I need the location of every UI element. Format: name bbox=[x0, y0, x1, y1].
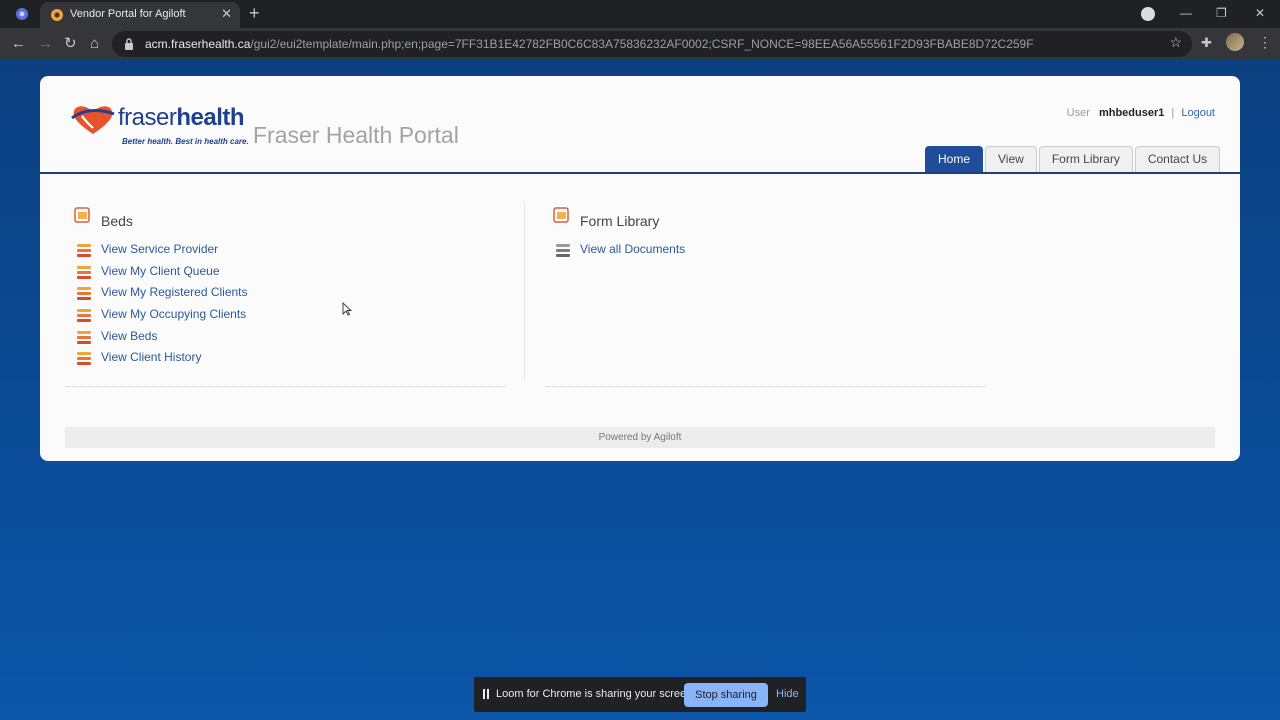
chrome-menu-icon[interactable] bbox=[14, 6, 30, 22]
window-close-button[interactable]: ✕ bbox=[1255, 5, 1265, 21]
stop-sharing-button[interactable]: Stop sharing bbox=[684, 683, 768, 707]
sharing-message: Loom for Chrome is sharing your screen. bbox=[496, 688, 696, 700]
lock-icon bbox=[125, 38, 133, 50]
tab-view[interactable]: View bbox=[985, 146, 1037, 172]
view-all-documents-link[interactable]: View all Documents bbox=[580, 242, 685, 256]
url-text: acm.fraserhealth.ca/gui2/eui2template/ma… bbox=[145, 37, 1034, 51]
view-my-registered-clients-link[interactable]: View My Registered Clients bbox=[101, 285, 248, 299]
mouse-cursor-icon bbox=[342, 302, 352, 316]
stack-icon bbox=[77, 287, 91, 301]
browser-toolbar: ← → ↻ ⌂ acm.fraserhealth.ca/gui2/eui2tem… bbox=[0, 28, 1280, 60]
url-path: /gui2/eui2template/main.php;en;page=7FF3… bbox=[250, 37, 1034, 51]
page-title: Fraser Health Portal bbox=[253, 122, 459, 148]
agiloft-favicon-icon bbox=[51, 9, 63, 21]
hide-button[interactable]: Hide bbox=[776, 688, 799, 700]
tab-close-icon[interactable]: ✕ bbox=[221, 6, 232, 22]
bookmark-star-icon[interactable]: ☆ bbox=[1169, 34, 1182, 51]
home-icon[interactable]: ⌂ bbox=[90, 35, 99, 53]
beds-divider bbox=[65, 386, 505, 387]
browser-tab-bar: Vendor Portal for Agiloft ✕ + — ❐ ✕ bbox=[0, 0, 1280, 28]
document-stack-icon bbox=[556, 244, 570, 257]
logout-link[interactable]: Logout bbox=[1181, 107, 1215, 119]
portal-card: fraserhealth Better health. Best in heal… bbox=[40, 76, 1240, 461]
fraser-health-logo[interactable]: fraserhealth Better health. Best in heal… bbox=[70, 100, 249, 150]
stack-icon bbox=[77, 352, 91, 366]
beds-section-title: Beds bbox=[101, 213, 133, 229]
reload-icon[interactable]: ↻ bbox=[64, 35, 77, 53]
header-divider bbox=[40, 172, 1240, 174]
view-service-provider-link[interactable]: View Service Provider bbox=[101, 242, 218, 256]
stack-icon bbox=[77, 244, 91, 257]
folder-icon bbox=[74, 207, 90, 223]
heart-logo-icon bbox=[71, 106, 115, 134]
profile-avatar[interactable] bbox=[1226, 33, 1244, 51]
user-separator: | bbox=[1171, 107, 1175, 119]
user-name: mhbeduser1 bbox=[1098, 107, 1165, 119]
user-area: User mhbeduser1 | Logout bbox=[1067, 107, 1215, 119]
logo-text-bold: health bbox=[176, 104, 245, 131]
logo-tagline: Better health. Best in health care. bbox=[122, 137, 249, 146]
main-nav-tabs: Home View Form Library Contact Us bbox=[925, 146, 1222, 172]
maximize-button[interactable]: ❐ bbox=[1216, 5, 1227, 21]
view-client-history-link[interactable]: View Client History bbox=[101, 350, 201, 364]
page-footer: Powered by Agiloft bbox=[65, 427, 1215, 448]
url-host: acm.fraserhealth.ca bbox=[145, 37, 251, 51]
browser-tab-active[interactable]: Vendor Portal for Agiloft ✕ bbox=[40, 2, 240, 28]
user-label: User bbox=[1066, 107, 1090, 119]
tab-title: Vendor Portal for Agiloft bbox=[70, 8, 186, 20]
column-divider bbox=[524, 202, 525, 380]
more-menu-icon[interactable]: ⋮ bbox=[1258, 34, 1272, 51]
stack-icon bbox=[77, 265, 91, 279]
pause-icon[interactable] bbox=[483, 689, 489, 699]
screen-sharing-bar: Loom for Chrome is sharing your screen. … bbox=[474, 677, 806, 712]
address-bar[interactable]: acm.fraserhealth.ca/gui2/eui2template/ma… bbox=[112, 31, 1192, 57]
new-tab-button[interactable]: + bbox=[249, 4, 260, 22]
back-arrow-icon[interactable]: ← bbox=[11, 35, 26, 53]
stack-icon bbox=[77, 330, 91, 344]
view-my-client-queue-link[interactable]: View My Client Queue bbox=[101, 264, 220, 278]
forward-arrow-icon[interactable]: → bbox=[38, 35, 53, 53]
form-library-divider bbox=[545, 386, 985, 387]
view-my-occupying-clients-link[interactable]: View My Occupying Clients bbox=[101, 307, 246, 321]
folder-icon bbox=[553, 207, 569, 223]
form-library-section-title: Form Library bbox=[580, 213, 660, 229]
minimize-button[interactable]: — bbox=[1180, 5, 1192, 21]
tab-home[interactable]: Home bbox=[925, 146, 984, 172]
extensions-icon[interactable]: ✚ bbox=[1201, 35, 1212, 51]
tab-search-icon[interactable] bbox=[1141, 7, 1155, 21]
tab-form-library[interactable]: Form Library bbox=[1038, 146, 1133, 172]
logo-text-light: fraser bbox=[118, 104, 177, 131]
view-beds-link[interactable]: View Beds bbox=[101, 329, 157, 343]
tab-contact-us[interactable]: Contact Us bbox=[1134, 146, 1221, 172]
stack-icon bbox=[77, 309, 91, 323]
logo-wordmark: fraserhealth bbox=[118, 104, 245, 132]
